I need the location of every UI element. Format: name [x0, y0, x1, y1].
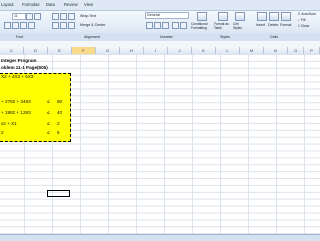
column-header[interactable]: H — [120, 47, 144, 54]
group-label-alignment: Alignment — [84, 35, 100, 39]
decrease-decimal-icon[interactable] — [180, 22, 187, 29]
conditional-formatting-button[interactable]: Conditional Formatting — [191, 22, 211, 30]
percent-icon[interactable] — [154, 22, 161, 29]
column-header[interactable]: I — [144, 47, 168, 54]
constraint-3-lhs: x2 + X1 — [1, 121, 17, 126]
align-center-icon[interactable] — [60, 22, 67, 29]
autosum-button[interactable]: Σ AutoSum — [298, 12, 316, 16]
ribbon: 11 Wrap Text Merge & Center General Cond… — [0, 11, 320, 35]
group-label-number: Number — [160, 35, 173, 39]
grow-font-icon[interactable] — [26, 13, 33, 20]
constraint-4-rhs: 6 — [57, 130, 60, 135]
cell-styles-button[interactable]: Cell Styles — [233, 22, 245, 30]
format-button[interactable]: Format — [280, 23, 291, 27]
group-label-font: Font — [16, 35, 24, 39]
bold-icon[interactable] — [4, 22, 11, 29]
column-header[interactable]: D — [24, 47, 48, 54]
column-header[interactable]: K — [192, 47, 216, 54]
tab-layout[interactable]: Layout — [1, 2, 14, 7]
fill-color-icon[interactable] — [20, 22, 27, 29]
cell-styles-icon[interactable] — [235, 12, 245, 21]
tab-view[interactable]: View — [84, 2, 93, 7]
column-header[interactable]: N — [264, 47, 288, 54]
constraint-1-operator: ≤ — [47, 99, 50, 104]
delete-icon[interactable] — [269, 12, 279, 21]
constraint-3-rhs: 2 — [57, 121, 60, 126]
font-size-value: 11 — [14, 14, 18, 18]
conditional-formatting-icon[interactable] — [197, 12, 207, 21]
wrap-text-button[interactable]: Wrap Text — [80, 14, 96, 18]
increase-decimal-icon[interactable] — [172, 22, 179, 29]
delete-button[interactable]: Delete — [268, 23, 278, 27]
column-header[interactable]: M — [240, 47, 264, 54]
indent-icon[interactable] — [68, 22, 75, 29]
tab-review[interactable]: Review — [64, 2, 78, 7]
column-header[interactable]: F — [72, 47, 96, 54]
constraint-4-operator: ≤ — [47, 130, 50, 135]
orientation-icon[interactable] — [68, 13, 75, 20]
align-top-icon[interactable] — [52, 13, 59, 20]
currency-icon[interactable] — [146, 22, 153, 29]
objective-function: X2 + 4X3 + 6X3 — [1, 74, 34, 79]
group-label-styles: Styles — [220, 35, 230, 39]
format-icon[interactable] — [281, 12, 291, 21]
number-format-value: General — [147, 13, 160, 17]
constraint-1-rhs: 60 — [57, 99, 63, 104]
model-highlight-box — [0, 73, 71, 142]
sheet-heading-problem: oblem 11-1 Page(505) — [1, 65, 48, 70]
shrink-font-icon[interactable] — [34, 13, 41, 20]
merge-center-button[interactable]: Merge & Center — [80, 23, 105, 27]
tab-data[interactable]: Data — [46, 2, 55, 7]
column-header[interactable]: G — [96, 47, 120, 54]
comma-icon[interactable] — [162, 22, 169, 29]
column-header[interactable]: C — [0, 47, 24, 54]
constraint-2-rhs: 40 — [57, 110, 63, 115]
column-header[interactable]: J — [168, 47, 192, 54]
ribbon-tabs: Layout Formulas Data Review View — [0, 0, 320, 11]
autosum-label: AutoSum — [301, 12, 317, 16]
clear-button[interactable]: ◊ Clear — [298, 24, 309, 28]
fill-label: Fill — [300, 18, 306, 22]
constraint-4-lhs: 2 — [1, 130, 4, 135]
active-cell[interactable] — [47, 190, 70, 197]
align-left-icon[interactable] — [52, 22, 59, 29]
number-format-select[interactable]: General — [145, 12, 189, 19]
format-as-table-icon[interactable] — [218, 12, 228, 21]
column-header[interactable]: L — [216, 47, 240, 54]
fill-button[interactable]: ↓ Fill — [298, 18, 305, 22]
constraint-1-lhs: + 2782 + 3483 — [1, 99, 31, 104]
insert-button[interactable]: Insert — [256, 23, 265, 27]
group-label-cells: Cells — [270, 35, 278, 39]
tab-formulas[interactable]: Formulas — [22, 2, 39, 7]
insert-icon[interactable] — [257, 12, 267, 21]
align-middle-icon[interactable] — [60, 13, 67, 20]
font-size-select[interactable]: 11 — [12, 13, 26, 20]
clear-label: Clear — [300, 24, 310, 28]
constraint-2-lhs: + 1982 + 1283 — [1, 110, 31, 115]
column-header[interactable]: P — [304, 47, 320, 54]
sheet-heading-title: Integer Program — [1, 58, 37, 63]
column-header[interactable]: O — [288, 47, 304, 54]
font-color-icon[interactable] — [28, 22, 35, 29]
constraint-2-operator: ≤ — [47, 110, 50, 115]
format-as-table-button[interactable]: Format as Table — [214, 22, 230, 30]
borders-icon[interactable] — [12, 22, 19, 29]
constraint-3-operator: ≤ — [47, 121, 50, 126]
